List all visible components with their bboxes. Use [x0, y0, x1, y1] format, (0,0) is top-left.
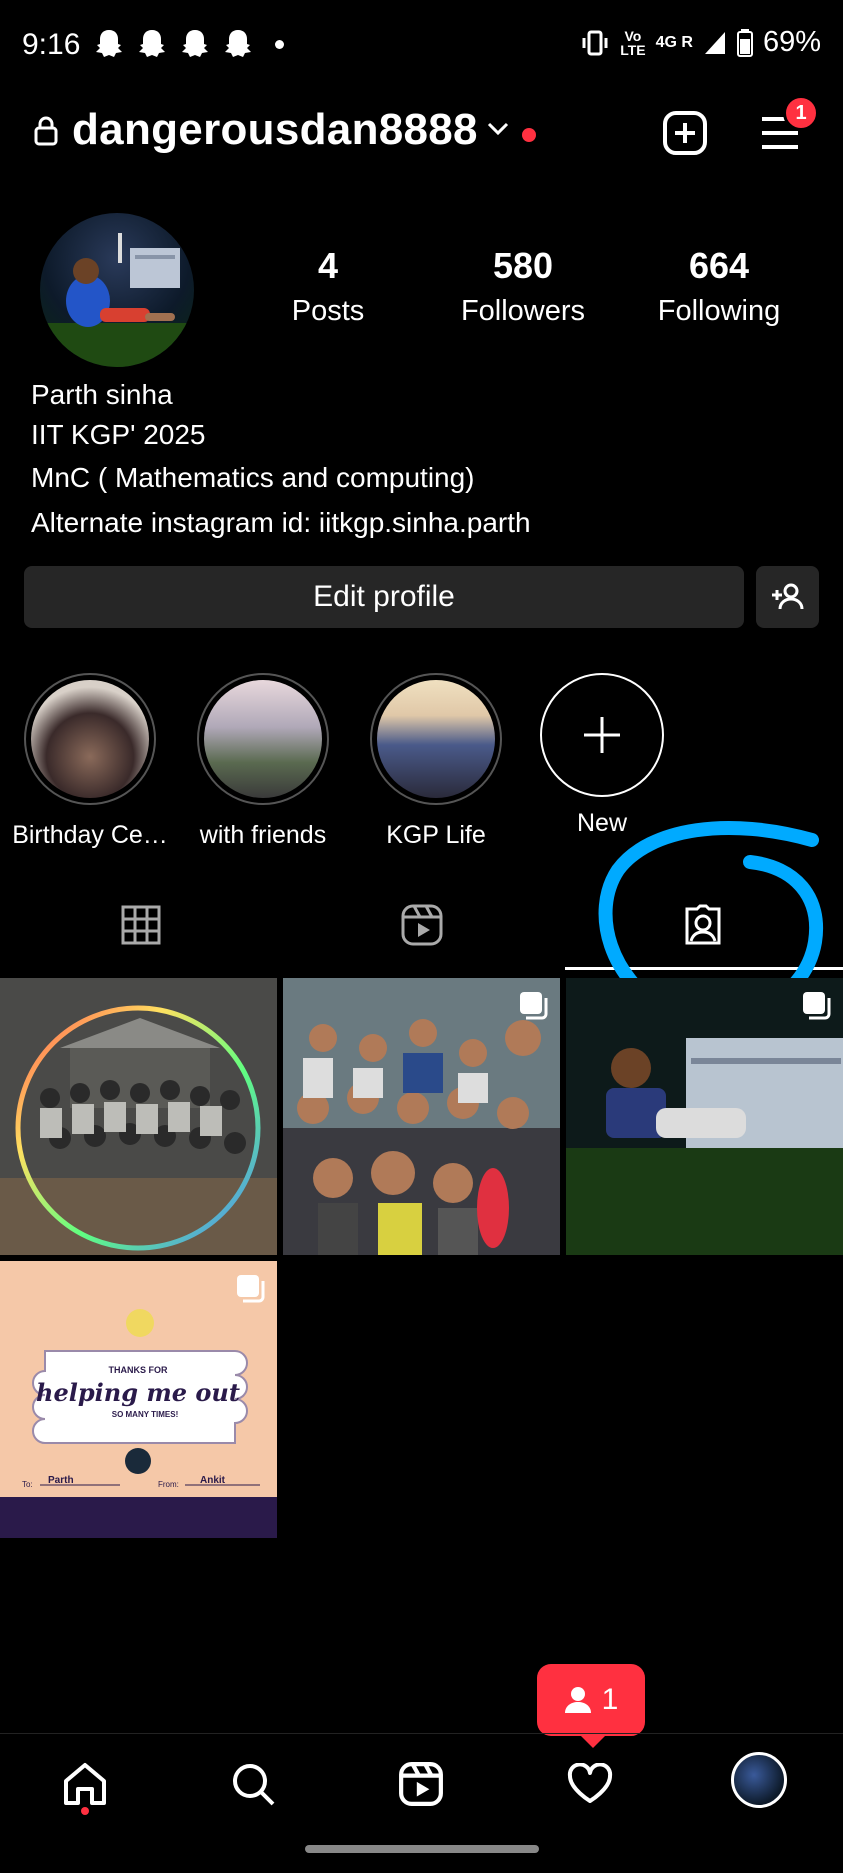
nav-reels[interactable]	[391, 1754, 451, 1814]
signal-icon	[704, 31, 725, 54]
more-notifications-dot	[275, 40, 284, 49]
bio-line: Alternate instagram id: iitkgp.sinha.par…	[31, 507, 531, 538]
card-to-name: Parth	[48, 1475, 74, 1486]
following-label: Following	[657, 295, 781, 327]
notification-icons	[94, 28, 253, 60]
home-icon	[64, 1763, 106, 1805]
discover-people-button[interactable]	[756, 566, 819, 628]
highlight-cover	[377, 680, 495, 798]
tagged-post[interactable]	[283, 978, 560, 1255]
gesture-bar[interactable]	[305, 1845, 539, 1853]
new-highlight-button[interactable]	[540, 673, 664, 797]
account-notification-dot	[522, 128, 536, 142]
card-helping: helping me out	[36, 1378, 240, 1407]
card-to-label: To:	[22, 1480, 33, 1489]
reels-icon	[399, 1762, 443, 1806]
status-bar: 9:16 Vo LTE 4G R 69%	[0, 0, 843, 90]
tagged-post[interactable]	[0, 978, 277, 1255]
bottom-nav	[0, 1733, 843, 1833]
lock-icon	[34, 116, 58, 146]
multiple-photos-icon	[803, 992, 831, 1020]
grid-icon	[121, 905, 160, 945]
highlight-cover	[204, 680, 322, 798]
card-from-name: Ankit	[200, 1475, 226, 1486]
highlight-label: Birthday Ce…	[12, 821, 168, 849]
followers-label: Followers	[460, 295, 586, 327]
highlight-ring	[370, 673, 502, 805]
bio-line: MnC ( Mathematics and computing)	[31, 462, 475, 493]
plus-icon	[584, 717, 620, 753]
create-post-icon[interactable]	[662, 110, 708, 156]
reels-icon	[401, 904, 442, 946]
battery-icon	[736, 28, 753, 57]
card-from-label: From:	[158, 1480, 179, 1489]
snapchat-icon	[139, 30, 165, 57]
multiple-photos-icon	[520, 992, 548, 1020]
posts-count: 4	[317, 245, 339, 286]
username[interactable]: dangerousdan8888	[72, 105, 478, 155]
vibrate-icon	[582, 30, 608, 55]
search-icon	[233, 1764, 275, 1806]
snapchat-icon	[96, 30, 122, 57]
card-so-many: SO MANY TIMES!	[112, 1410, 179, 1419]
post-image	[0, 978, 277, 1255]
multiple-photos-icon	[237, 1275, 265, 1303]
status-right: Vo LTE 4G R 69%	[580, 26, 821, 59]
profile-bio: Parth sinha IIT KGP' 2025 MnC ( Mathemat…	[31, 375, 531, 545]
chevron-down-icon[interactable]	[486, 121, 510, 137]
highlight-label: with friends	[199, 821, 327, 849]
snapchat-icon	[225, 30, 251, 57]
bio-line: IIT KGP' 2025	[31, 419, 206, 450]
highlight-kgp-life[interactable]: KGP Life	[350, 673, 522, 850]
highlight-ring	[197, 673, 329, 805]
nav-search[interactable]	[223, 1754, 283, 1814]
tagged-post[interactable]: THANKS FOR helping me out SO MANY TIMES!…	[0, 1261, 277, 1538]
heart-icon	[567, 1763, 613, 1803]
profile-avatar[interactable]	[40, 213, 194, 367]
stat-followers[interactable]: 580 Followers	[428, 245, 618, 328]
nav-home[interactable]	[55, 1754, 115, 1814]
person-icon	[564, 1687, 591, 1713]
posts-label: Posts	[291, 295, 365, 327]
highlight-label: KGP Life	[386, 821, 486, 849]
highlight-cover	[31, 680, 149, 798]
add-person-icon	[771, 583, 803, 610]
card-thanks: THANKS FOR	[109, 1365, 168, 1375]
highlight-ring	[24, 673, 156, 805]
notification-count: 1	[601, 1683, 619, 1716]
stat-posts[interactable]: 4 Posts	[233, 245, 423, 328]
stat-following[interactable]: 664 Following	[624, 245, 814, 328]
tab-grid[interactable]	[0, 880, 281, 970]
tagged-post[interactable]	[566, 978, 843, 1255]
home-notification-dot	[81, 1807, 89, 1815]
volte-indicator: Vo LTE	[620, 27, 646, 58]
nav-activity[interactable]	[560, 1754, 620, 1814]
following-count: 664	[688, 245, 750, 286]
avatar-photo	[40, 233, 194, 367]
profile-header: dangerousdan8888 1	[0, 95, 843, 175]
tab-reels[interactable]	[281, 880, 562, 970]
status-time: 9:16	[22, 28, 81, 61]
edit-profile-button[interactable]: Edit profile	[24, 566, 744, 628]
display-name: Parth sinha	[31, 379, 173, 410]
followers-count: 580	[492, 245, 554, 286]
battery-percent: 69%	[762, 26, 821, 58]
highlight-birthday[interactable]: Birthday Ce…	[4, 673, 176, 850]
follower-notification-bubble[interactable]: 1	[537, 1664, 645, 1748]
snapchat-icon	[182, 30, 208, 57]
network-type: 4G R	[655, 33, 693, 51]
nav-profile-avatar[interactable]	[731, 1752, 787, 1808]
highlight-with-friends[interactable]: with friends	[177, 673, 349, 850]
menu-badge: 1	[783, 95, 819, 131]
